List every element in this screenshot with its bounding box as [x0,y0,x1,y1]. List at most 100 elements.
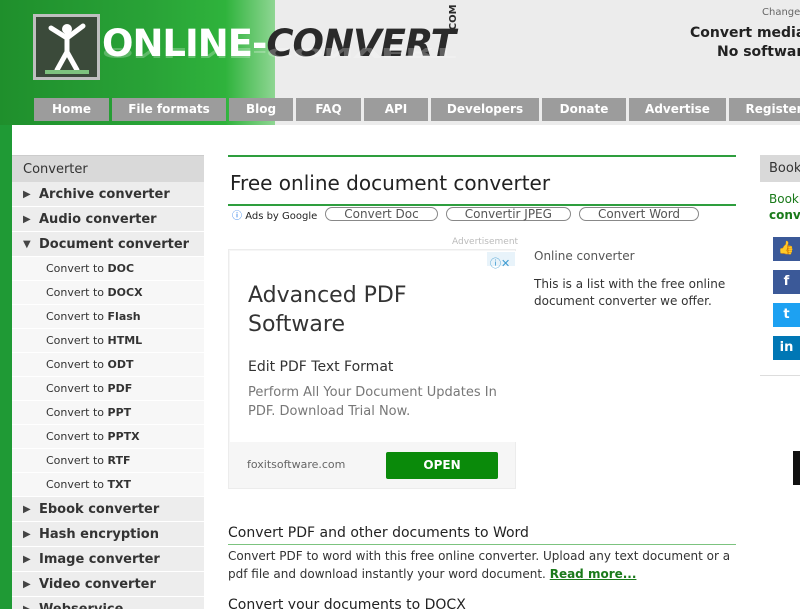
sidebar-subitem-prefix: Convert to [46,358,108,371]
section-body-pdf-to-word: Convert PDF to word with this free onlin… [228,549,731,581]
nav-faq[interactable]: FAQ [296,98,361,121]
twitter-icon[interactable]: t [773,303,800,327]
content-top-spacer [12,125,800,155]
sidebar-item-label: Archive converter [39,187,170,202]
ads-by-google-label: Ads by Google [245,210,318,222]
sidebar-subitem-format: PPTX [107,430,140,443]
ad-link-convert-word[interactable]: Convert Word [578,207,700,221]
sidebar-item-document-converter[interactable]: ▼ Document converter [12,232,204,257]
bookmark-text-line1: Bookmark [769,192,800,206]
ad-body: Perform All Your Document Updates In PDF… [248,385,497,419]
nav-blog[interactable]: Blog [229,98,293,121]
sidebar-subitem-txt[interactable]: Convert to TXT [12,473,204,497]
sidebar-subitem-prefix: Convert to [46,286,108,299]
ad-card[interactable]: ⓘ✕ Advanced PDF Software Edit PDF Text F… [230,251,516,442]
tagline-line1: Convert media [690,25,800,41]
ad-title[interactable]: Advanced PDF Software [248,281,468,339]
ad-open-button[interactable]: OPEN [386,452,498,479]
chevron-down-icon: ▼ [23,239,31,250]
bookmark-heading: Bookmark [760,155,800,182]
nav-developers[interactable]: Developers [431,98,539,121]
online-converter-description: This is a list with the free online docu… [534,277,726,308]
sidebar-subitem-prefix: Convert to [46,406,108,419]
top-navigation: Home File formats Blog FAQ API Developers Dona… [34,98,800,121]
sidebar-subitem-ppt[interactable]: Convert to PPT [12,401,204,425]
converter-sidebar: Converter ▶ Archive converter ▶ Audio conve… [12,155,204,609]
sidebar-subitem-prefix: Convert to [46,262,108,275]
like-icon[interactable]: 👍 [773,237,800,261]
sidebar-subitem-prefix: Convert to [46,382,108,395]
ad-link-convert-doc[interactable]: Convert Doc [325,207,438,221]
nav-file-formats[interactable]: File formats [112,98,226,121]
sidebar-subitem-odt[interactable]: Convert to ODT [12,353,204,377]
sidebar-subitem-prefix: Convert to [46,430,108,443]
nav-donate[interactable]: Donate [542,98,626,121]
sidebar-subitem-format: Flash [107,310,141,323]
sidebar-subitem-flash[interactable]: Convert to Flash [12,305,204,329]
online-converter-label: Online converter [534,249,635,263]
facebook-icon[interactable]: f [773,270,800,294]
read-more-link[interactable]: Read more... [550,567,637,581]
sidebar-subitem-rtf[interactable]: Convert to RTF [12,449,204,473]
chevron-right-icon: ▶ [23,597,31,609]
tagline-line2: No software [717,44,800,60]
ad-links-bar: ⓘ Ads by Google Convert Doc Convertir JP… [228,204,736,222]
linkedin-icon[interactable]: in [773,336,800,360]
cropped-graphic [793,451,800,485]
sidebar-subitem-format: ODT [107,358,134,371]
sidebar-item-audio-converter[interactable]: ▶ Audio converter [12,207,204,232]
bookmark-text-line2: convert [769,208,800,222]
sidebar-item-hash-encryption[interactable]: ▶ Hash encryption [12,522,204,547]
sidebar-item-video-converter[interactable]: ▶ Video converter [12,572,204,597]
change-language-link[interactable]: Change [762,7,800,18]
main-content: Free online document converter ⓘ Ads by … [228,155,736,222]
sidebar-item-ebook-converter[interactable]: ▶ Ebook converter [12,497,204,522]
sidebar-item-archive-converter[interactable]: ▶ Archive converter [12,182,204,207]
sidebar-subitem-prefix: Convert to [46,454,108,467]
ad-subtitle[interactable]: Edit PDF Text Format [248,359,393,375]
sidebar-subitem-format: RTF [107,454,131,467]
title-top-rule [228,155,736,157]
sidebar-subitem-format: DOCX [107,286,143,299]
sidebar-subitem-pptx[interactable]: Convert to PPTX [12,425,204,449]
site-header: ONLINE-CONVERT ONLINE-CONVERT .COM Chang… [0,0,800,125]
sidebar-subitem-docx[interactable]: Convert to DOCX [12,281,204,305]
adchoices-icon[interactable]: ⓘ✕ [487,252,515,270]
logo-reflection: ONLINE-CONVERT [102,44,455,60]
section-text-pdf-to-word: Convert PDF to word with this free onlin… [228,547,736,583]
chevron-right-icon: ▶ [23,529,31,540]
chevron-right-icon: ▶ [23,579,31,590]
chevron-right-icon: ▶ [23,504,31,515]
sidebar-item-webservice[interactable]: ▶ Webservice [12,597,204,609]
sidebar-subitem-format: PPT [107,406,132,419]
sidebar-item-label: Hash encryption [39,527,159,542]
ads-by-google[interactable]: ⓘ Ads by Google [232,207,317,222]
logo-com: .COM [448,4,459,34]
ad-domain[interactable]: foxitsoftware.com [247,458,345,471]
bookmark-separator [760,375,800,376]
nav-api[interactable]: API [364,98,428,121]
left-green-gutter [0,125,12,609]
sidebar-heading: Converter [12,155,204,182]
sidebar-list: ▶ Archive converter ▶ Audio converter ▼ Docum… [12,182,204,609]
section-title-pdf-to-word[interactable]: Convert PDF and other documents to Word [228,525,736,545]
sidebar-subitem-format: PDF [107,382,133,395]
ad-link-convertir-jpeg[interactable]: Convertir JPEG [445,207,571,221]
sidebar-subitem-pdf[interactable]: Convert to PDF [12,377,204,401]
sidebar-subitem-format: TXT [107,478,132,491]
nav-register[interactable]: Register [729,98,800,121]
sidebar-item-label: Webservice [39,602,123,609]
nav-home[interactable]: Home [34,98,109,121]
sidebar-item-image-converter[interactable]: ▶ Image converter [12,547,204,572]
chevron-right-icon: ▶ [23,214,31,225]
sidebar-subitem-doc[interactable]: Convert to DOC [12,257,204,281]
sidebar-subitem-format: HTML [107,334,143,347]
logo-icon[interactable] [33,14,100,80]
sidebar-subitem-prefix: Convert to [46,478,108,491]
chevron-right-icon: ▶ [23,554,31,565]
sidebar-subitem-html[interactable]: Convert to HTML [12,329,204,353]
section-title-docx[interactable]: Convert your documents to DOCX [228,597,736,609]
display-ad[interactable]: ⓘ✕ Advanced PDF Software Edit PDF Text F… [228,249,516,489]
chevron-right-icon: ▶ [23,189,31,200]
nav-advertise[interactable]: Advertise [629,98,726,121]
